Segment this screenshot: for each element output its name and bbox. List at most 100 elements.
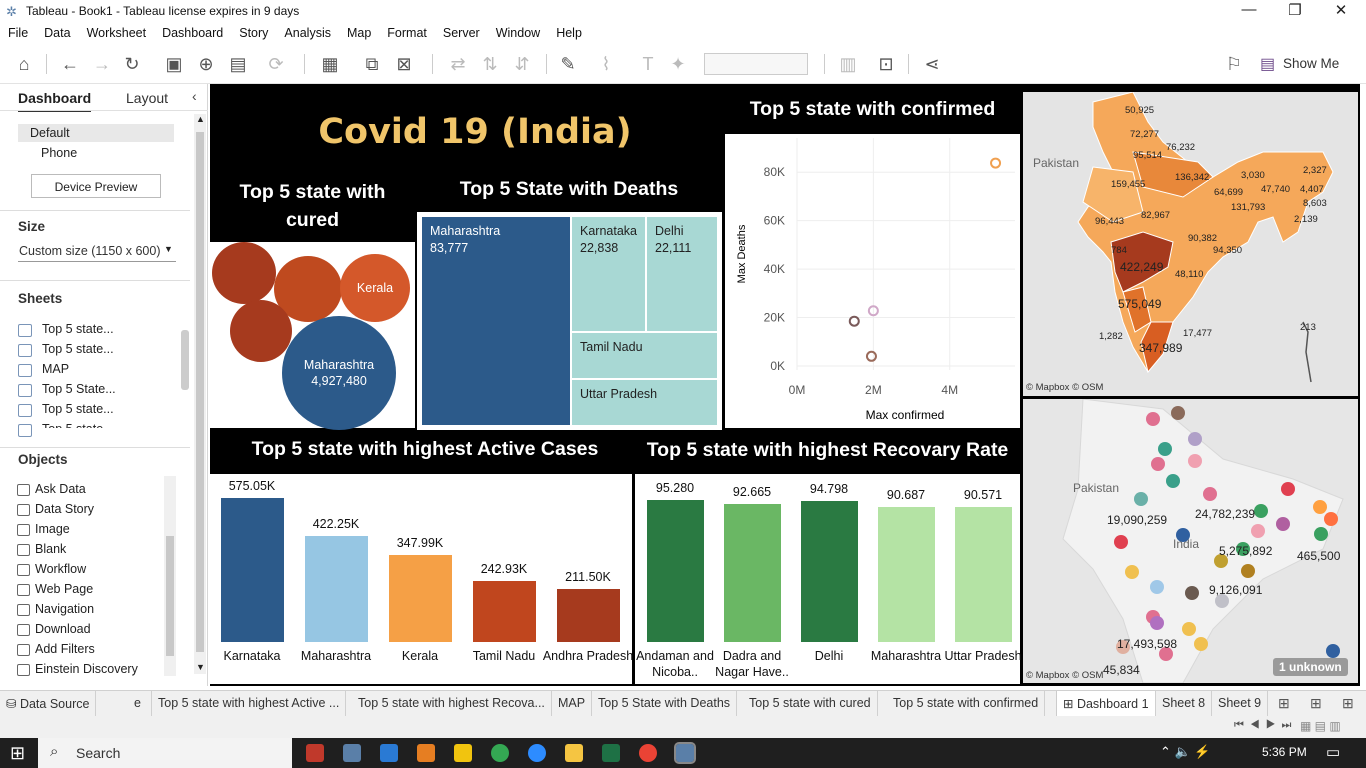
- map-dot[interactable]: [1150, 616, 1164, 630]
- map-dot[interactable]: [1314, 527, 1328, 541]
- show-cards-icon[interactable]: ▥: [836, 52, 860, 76]
- treemap-tile[interactable]: Tamil Nadu: [572, 333, 717, 378]
- tab-sheet-9[interactable]: Sheet 9: [1212, 691, 1269, 716]
- bar[interactable]: [646, 500, 704, 642]
- object-item[interactable]: Ask Data: [35, 482, 86, 496]
- tab-navigation-icons[interactable]: ⏮◀▶⏭: [1234, 719, 1297, 732]
- attach-icon[interactable]: ⌇: [594, 52, 618, 76]
- tab-top-5-state-with-confirmed[interactable]: Top 5 state with confirmed: [887, 691, 1046, 716]
- pin-icon[interactable]: ✦: [666, 52, 690, 76]
- scatter-point[interactable]: [990, 157, 1002, 169]
- map-dot[interactable]: [1254, 504, 1268, 518]
- map-dot[interactable]: [1251, 524, 1265, 538]
- treemap-tile[interactable]: Uttar Pradesh: [572, 380, 717, 425]
- bar[interactable]: [800, 501, 858, 642]
- zoom-icon[interactable]: [528, 744, 546, 762]
- new-worksheet-tab-icon[interactable]: ⊞: [1278, 695, 1290, 712]
- file-explorer-icon[interactable]: [565, 744, 583, 762]
- save-icon[interactable]: ▣: [162, 52, 186, 76]
- sheet-item[interactable]: MAP: [42, 362, 69, 376]
- menu-item-window[interactable]: Window: [488, 24, 548, 44]
- tab-partial[interactable]: e: [128, 691, 152, 716]
- object-item[interactable]: Navigation: [35, 602, 94, 616]
- tab-top-5-state-with-deaths[interactable]: Top 5 State with Deaths: [592, 691, 738, 716]
- fit-dropdown[interactable]: [704, 53, 808, 75]
- swap-icon[interactable]: ⇄: [446, 52, 470, 76]
- object-item[interactable]: Einstein Discovery: [35, 662, 138, 676]
- object-item[interactable]: Blank: [35, 542, 66, 556]
- sheet-item[interactable]: Top 5 state...: [42, 322, 114, 336]
- bar[interactable]: [472, 581, 536, 642]
- new-story-tab-icon[interactable]: ⊞: [1342, 695, 1354, 712]
- object-item[interactable]: Workflow: [35, 562, 86, 576]
- menu-item-dashboard[interactable]: Dashboard: [154, 24, 231, 44]
- close-icon[interactable]: ✕: [1330, 1, 1352, 21]
- home-icon[interactable]: ⌂: [12, 52, 36, 76]
- tab-dashboard-1[interactable]: ⊞ Dashboard 1: [1056, 691, 1156, 716]
- map-dot[interactable]: [1194, 637, 1208, 651]
- map-dot[interactable]: [1276, 517, 1290, 531]
- taskbar-search[interactable]: ⌕ Search: [38, 738, 292, 768]
- objects-scrollbar[interactable]: [164, 476, 176, 676]
- tab-dashboard[interactable]: Dashboard: [18, 90, 92, 112]
- object-item[interactable]: Download: [35, 622, 91, 636]
- map-dot[interactable]: [1313, 500, 1327, 514]
- sheets-scrollbar[interactable]: [181, 330, 189, 390]
- map-dot[interactable]: [1134, 492, 1148, 506]
- menu-item-map[interactable]: Map: [339, 24, 379, 44]
- map-dot[interactable]: [1171, 406, 1185, 420]
- sheet-item[interactable]: Top 5 state...: [42, 402, 114, 416]
- duplicate-icon[interactable]: ⧉: [360, 52, 384, 76]
- show-me-button[interactable]: ▤ Show Me: [1256, 52, 1356, 76]
- bubble-maharashtra[interactable]: Maharashtra 4,927,480: [282, 316, 396, 430]
- replay-icon[interactable]: ↻: [120, 52, 144, 76]
- bar[interactable]: [388, 555, 452, 642]
- map-dot[interactable]: [1114, 535, 1128, 549]
- object-item[interactable]: Data Story: [35, 502, 94, 516]
- map-confirmed[interactable]: Pakistan 50,925 72,277 95,514 76,232 159,455…: [1023, 92, 1358, 396]
- treemap-tile[interactable]: Maharashtra 83,777: [422, 217, 570, 425]
- object-item[interactable]: Add Filters: [35, 642, 95, 656]
- jupyter-icon[interactable]: [417, 744, 435, 762]
- menu-item-server[interactable]: Server: [435, 24, 488, 44]
- object-item[interactable]: Web Page: [35, 582, 93, 596]
- presentation-icon[interactable]: ⊡: [874, 52, 898, 76]
- format-painter-icon[interactable]: ⚐: [1222, 52, 1246, 76]
- bubble[interactable]: [230, 300, 292, 362]
- menu-item-data[interactable]: Data: [36, 24, 78, 44]
- size-dropdown[interactable]: Custom size (1150 x 600) ▼: [18, 242, 176, 262]
- map-dot[interactable]: [1203, 487, 1217, 501]
- snipping-icon[interactable]: [454, 744, 472, 762]
- map-dot[interactable]: [1146, 412, 1160, 426]
- map-dot[interactable]: [1188, 432, 1202, 446]
- map-dot[interactable]: [1182, 622, 1196, 636]
- sheet-item[interactable]: Top 5 state...: [42, 342, 114, 356]
- bubble[interactable]: [212, 242, 276, 304]
- bar[interactable]: [954, 507, 1012, 642]
- scroll-down-icon[interactable]: ▼: [196, 662, 205, 672]
- new-data-source-icon[interactable]: ⊕: [194, 52, 218, 76]
- share-icon[interactable]: ⋖: [920, 52, 944, 76]
- treemap-tile[interactable]: Karnataka 22,838: [572, 217, 645, 331]
- text-icon[interactable]: T: [636, 52, 660, 76]
- scatter-point[interactable]: [865, 350, 877, 362]
- bar[interactable]: [304, 536, 368, 642]
- python-icon[interactable]: [343, 744, 361, 762]
- vscode-icon[interactable]: [380, 744, 398, 762]
- pane-scrollbar[interactable]: ▲ ▼: [194, 114, 206, 674]
- clear-sheet-icon[interactable]: ⊠: [392, 52, 416, 76]
- collapse-pane-icon[interactable]: ‹: [192, 88, 197, 104]
- notifications-icon[interactable]: ▭: [1326, 743, 1340, 761]
- tray-icons[interactable]: ⌃ 🔈 ⚡: [1160, 744, 1211, 760]
- tableau-taskbar-icon[interactable]: [674, 742, 696, 764]
- pause-updates-icon[interactable]: ▤: [226, 52, 250, 76]
- map-dot[interactable]: [1324, 512, 1338, 526]
- map-dot[interactable]: [1150, 580, 1164, 594]
- treemap-tile[interactable]: Delhi 22,111: [647, 217, 717, 331]
- bubble-kerala[interactable]: Kerala: [340, 254, 410, 322]
- view-icons[interactable]: ▦ ▤ ▥: [1300, 719, 1341, 733]
- sort-asc-icon[interactable]: ⇅: [478, 52, 502, 76]
- unknown-badge[interactable]: 1 unknown: [1273, 658, 1348, 676]
- tab-layout[interactable]: Layout: [126, 90, 168, 106]
- map-dot[interactable]: [1158, 442, 1172, 456]
